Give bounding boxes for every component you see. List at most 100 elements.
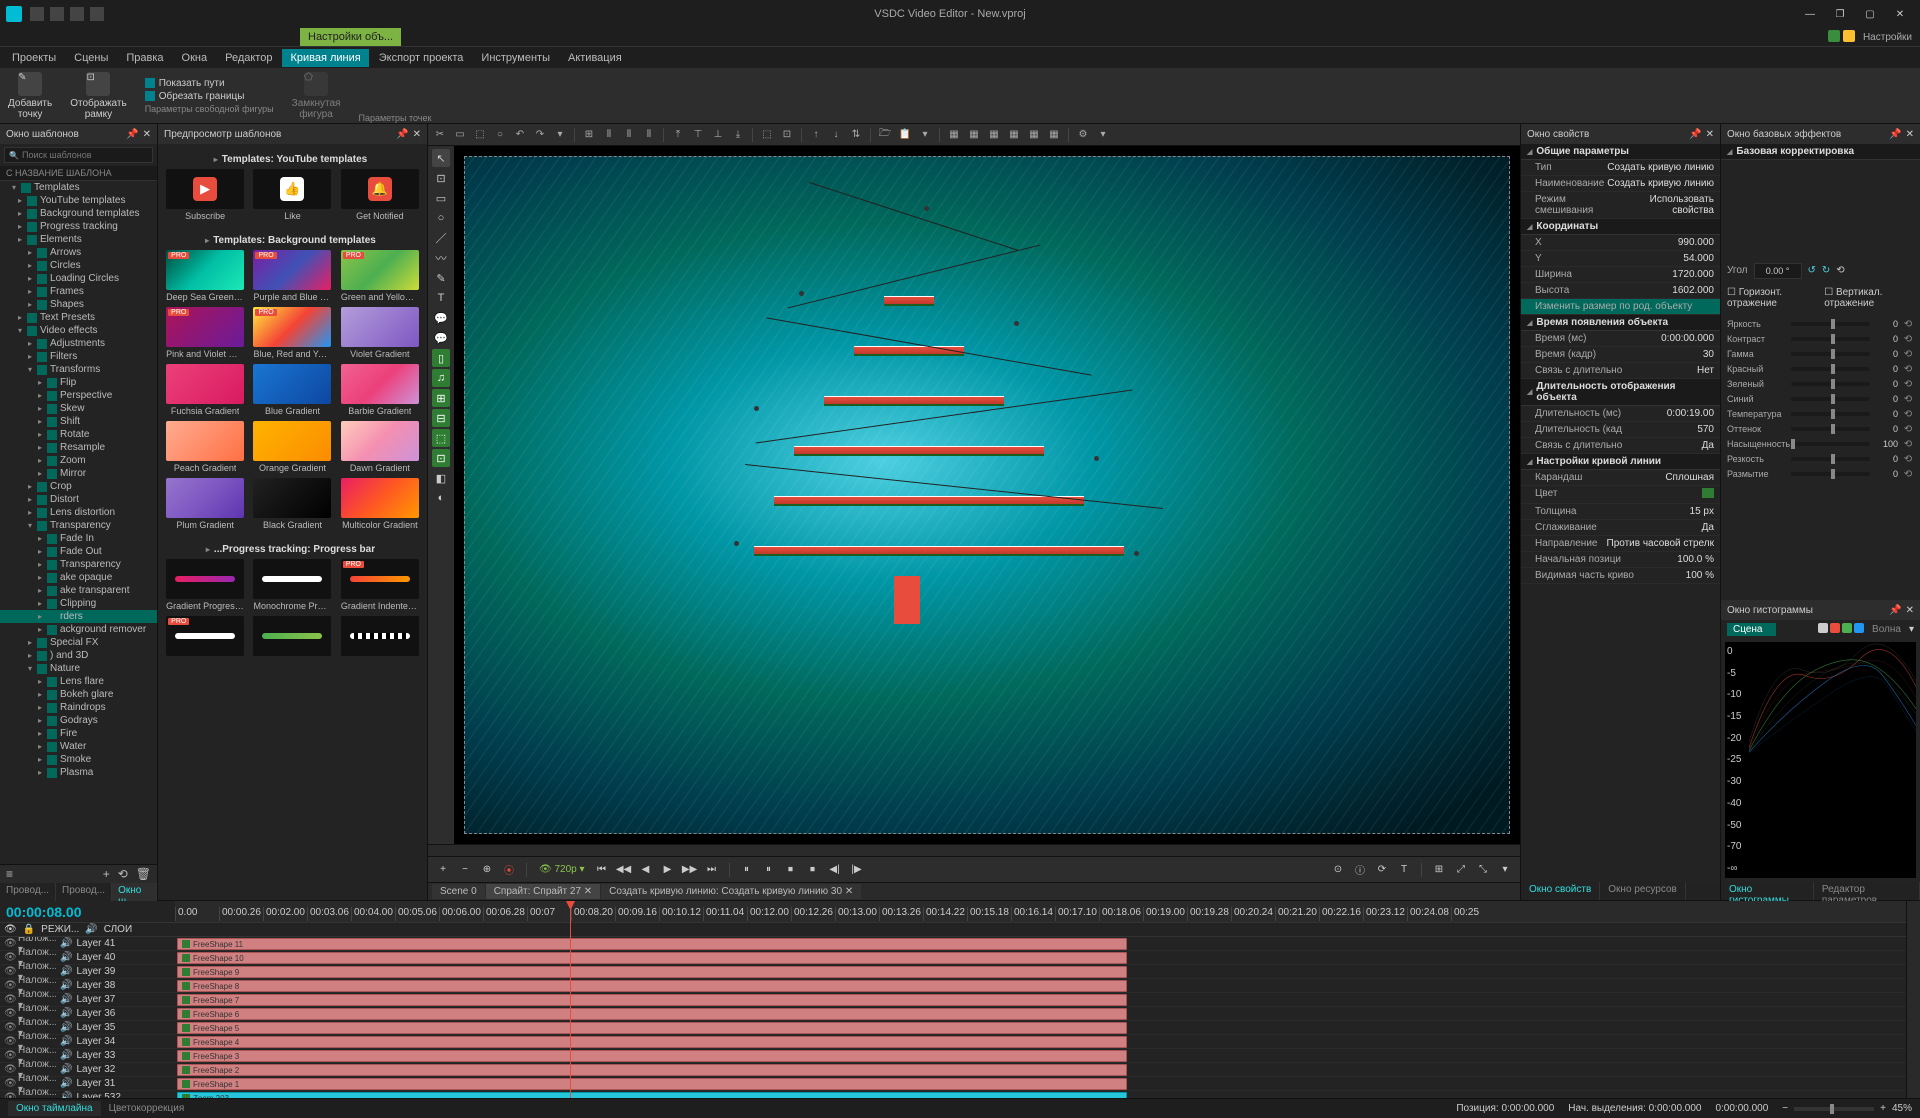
property-group[interactable]: Общие параметры	[1521, 144, 1720, 160]
template-item[interactable]: 👍Like	[251, 169, 333, 221]
zoom-in-icon[interactable]: +	[1880, 1103, 1886, 1114]
tree-node[interactable]: Frames	[0, 285, 157, 298]
timeline-track[interactable]: FreeShape 10	[175, 951, 1906, 965]
timeline-ruler[interactable]: 0.0000:00.2600:02.0000:03.0600:04.0000:0…	[175, 901, 1906, 923]
close-button[interactable]: ✕	[1886, 4, 1914, 24]
correction-slider[interactable]	[1791, 322, 1870, 326]
toolbar-button[interactable]: ▾	[917, 127, 933, 143]
tree-node[interactable]: Lens flare	[0, 675, 157, 688]
toolbar-button[interactable]: ▦	[1006, 127, 1022, 143]
menu-экспорт проекта[interactable]: Экспорт проекта	[371, 49, 472, 67]
qa-icon[interactable]	[30, 7, 44, 21]
side-tool[interactable]: ／	[432, 229, 450, 247]
property-group[interactable]: Время появления объекта	[1521, 315, 1720, 331]
toolbar-button[interactable]: ⫴	[601, 127, 617, 143]
pin-icon[interactable]: 📌	[1889, 605, 1901, 616]
property-row[interactable]: НаименованиеСоздать кривую линию	[1521, 176, 1720, 192]
toolbar-button[interactable]: ⤒	[670, 127, 686, 143]
timeline-playhead[interactable]	[570, 901, 571, 1098]
tree-node[interactable]: Filters	[0, 350, 157, 363]
playback-button[interactable]: ⏸	[738, 861, 756, 879]
template-item[interactable]: Black Gradient	[251, 478, 333, 530]
side-tool[interactable]: 💬	[432, 309, 450, 327]
status-tab[interactable]: Окно таймлайна	[8, 1101, 101, 1116]
ribbon-add-point[interactable]: ✎Добавить точку	[8, 72, 52, 120]
tree-node[interactable]: Background templates	[0, 207, 157, 220]
histogram-scene-select[interactable]: Сцена	[1727, 623, 1776, 636]
pin-icon[interactable]: 📌	[396, 129, 408, 140]
menu-правка[interactable]: Правка	[118, 49, 171, 67]
timeline-clip[interactable]: FreeShape 3	[177, 1050, 1127, 1062]
side-tool[interactable]: ◧	[432, 469, 450, 487]
angle-input[interactable]: 0.00 °	[1754, 263, 1802, 279]
property-row[interactable]: ТипСоздать кривую линию	[1521, 160, 1720, 176]
reflect-v-checkbox[interactable]: Вертикал. отражение	[1824, 287, 1914, 309]
playback-button[interactable]: |▶	[848, 861, 866, 879]
side-tool[interactable]: ⬚	[432, 429, 450, 447]
property-group[interactable]: Длительность отображения объекта	[1521, 379, 1720, 406]
side-tool[interactable]: ⊞	[432, 389, 450, 407]
template-item[interactable]: PRODeep Sea Green Gr...	[164, 250, 246, 302]
toolbar-button[interactable]: ▦	[986, 127, 1002, 143]
menu-проекты[interactable]: Проекты	[4, 49, 64, 67]
property-row[interactable]: Время (мс)0:00:00.000	[1521, 331, 1720, 347]
playback-button[interactable]: ⏭	[703, 861, 721, 879]
left-tab[interactable]: Провод...	[56, 883, 112, 901]
tree-node[interactable]: Crop	[0, 480, 157, 493]
qa-icon[interactable]	[50, 7, 64, 21]
property-row[interactable]: Длительность (кад570	[1521, 422, 1720, 438]
tree-node[interactable]: Mirror	[0, 467, 157, 480]
property-group[interactable]: Координаты	[1521, 219, 1720, 235]
timeline-tracks[interactable]: 0.0000:00.2600:02.0000:03.0600:04.0000:0…	[175, 901, 1906, 1098]
toolbar-button[interactable]: ⫴	[621, 127, 637, 143]
timeline-clip[interactable]: FreeShape 5	[177, 1022, 1127, 1034]
property-row[interactable]: Режим смешиванияИспользовать свойства	[1521, 192, 1720, 219]
property-row[interactable]: КарандашСплошная	[1521, 470, 1720, 486]
toolbar-button[interactable]: ✂	[432, 127, 448, 143]
playback-button[interactable]: ⏹	[804, 861, 822, 879]
timeline-clip[interactable]: FreeShape 9	[177, 966, 1127, 978]
timeline-track[interactable]: Zoom 203	[175, 1091, 1906, 1098]
tree-root[interactable]: Templates	[0, 181, 157, 194]
toolbar-button[interactable]: ⊥	[710, 127, 726, 143]
property-row[interactable]: Изменить размер по род. объекту	[1521, 299, 1720, 315]
tree-node[interactable]: Rotate	[0, 428, 157, 441]
histogram-tab[interactable]: Окно гистограммы	[1721, 882, 1814, 900]
property-row[interactable]: Длительность (мс)0:00:19.00	[1521, 406, 1720, 422]
channel-dot[interactable]	[1818, 623, 1828, 633]
tree-node[interactable]: Smoke	[0, 753, 157, 766]
side-tool[interactable]: ○	[432, 209, 450, 227]
tree-node[interactable]: Lens distortion	[0, 506, 157, 519]
playback-button[interactable]: ⊙	[1329, 861, 1347, 879]
menu-сцены[interactable]: Сцены	[66, 49, 116, 67]
timeline-clip[interactable]: FreeShape 10	[177, 952, 1127, 964]
side-tool[interactable]: ▭	[432, 189, 450, 207]
playback-button[interactable]: −	[456, 861, 474, 879]
tree-node[interactable]: Circles	[0, 259, 157, 272]
property-row[interactable]: Начальная позици100.0 %	[1521, 552, 1720, 568]
template-item[interactable]: Blue Gradient	[251, 364, 333, 416]
template-item[interactable]: Multicolor Gradient	[339, 478, 421, 530]
property-row[interactable]: Видимая часть криво100 %	[1521, 568, 1720, 584]
toolbar-button[interactable]: 🗁	[877, 127, 893, 143]
toolbar-button[interactable]: ⫴	[641, 127, 657, 143]
toolbar-button[interactable]: ▾	[1095, 127, 1111, 143]
template-item[interactable]: ▶Subscribe	[164, 169, 246, 221]
playback-button[interactable]: ⦿	[500, 861, 518, 879]
toolbar-button[interactable]: ▦	[946, 127, 962, 143]
refresh-icon[interactable]: ⟲	[118, 867, 128, 881]
toolbar-button[interactable]: 📋	[897, 127, 913, 143]
property-row[interactable]: Толщина15 px	[1521, 504, 1720, 520]
crop-bounds-checkbox[interactable]: Обрезать границы	[145, 91, 274, 102]
playback-button[interactable]: ⓘ	[1351, 861, 1369, 879]
template-item[interactable]: PRO	[164, 616, 246, 658]
template-item[interactable]: 🔔Get Notified	[339, 169, 421, 221]
tree-collapse-icon[interactable]: ≡	[6, 867, 13, 881]
template-item[interactable]: Violet Gradient	[339, 307, 421, 359]
dropdown-icon[interactable]: ▾	[1909, 624, 1914, 635]
template-item[interactable]: PROPurple and Blue Gr...	[251, 250, 333, 302]
property-row[interactable]: Цвет	[1521, 486, 1720, 504]
template-item[interactable]: PROGradient Indented ...	[339, 559, 421, 611]
tree-node[interactable]: Arrows	[0, 246, 157, 259]
timeline-clip[interactable]: FreeShape 2	[177, 1064, 1127, 1076]
